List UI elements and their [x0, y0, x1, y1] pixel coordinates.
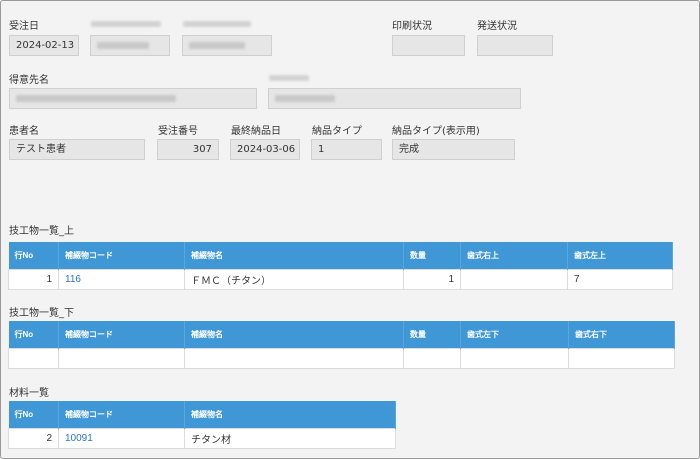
col-header-row-no[interactable]: 行No — [8, 321, 59, 348]
cell-name: チタン材 — [184, 427, 396, 449]
col-header-upper-right[interactable]: 歯式右上 — [460, 242, 568, 269]
cell-lower-left — [460, 347, 569, 369]
cell-qty — [403, 347, 461, 369]
table-row[interactable]: 2 10091 チタン材 — [8, 427, 396, 449]
form-panel: 受注日 印刷状況 発送状況 2024-02-13 得意先名 患者名 受注番号 最… — [0, 0, 700, 459]
cell-qty: 1 — [403, 268, 461, 290]
last-delivery-date-label: 最終納品日 — [231, 126, 281, 137]
order-number-field[interactable]: 307 — [157, 139, 219, 160]
patient-name-label: 患者名 — [9, 126, 39, 137]
print-status-field[interactable] — [392, 35, 465, 56]
upper-list-title: 技工物一覧_上 — [9, 226, 74, 237]
cell-row-no — [8, 347, 59, 369]
order-number-label: 受注番号 — [158, 126, 198, 137]
lower-list-title: 技工物一覧_下 — [9, 308, 74, 319]
cell-code-link[interactable]: 116 — [58, 268, 185, 290]
patient-name-field[interactable]: テスト患者 — [9, 139, 145, 160]
table-header-row: 行No 補綴物コード 補綴物名 数量 歯式右上 歯式左上 — [8, 242, 673, 269]
delivery-type-display-field[interactable]: 完成 — [392, 139, 515, 160]
cell-upper-left: 7 — [567, 268, 673, 290]
col-header-qty[interactable]: 数量 — [403, 321, 461, 348]
col-header-code[interactable]: 補綴物コード — [58, 321, 185, 348]
table-row[interactable]: 1 116 ＦＭＣ（チタン） 1 7 — [8, 268, 673, 290]
redacted-field-3[interactable] — [268, 88, 521, 109]
ship-status-label: 発送状況 — [477, 21, 517, 32]
col-header-row-no[interactable]: 行No — [8, 242, 59, 269]
redacted-label-2 — [183, 19, 251, 30]
redacted-label-1 — [91, 19, 161, 30]
cell-name — [184, 347, 404, 369]
cell-upper-right — [460, 268, 568, 290]
customer-name-label: 得意先名 — [9, 75, 49, 86]
material-list-title: 材料一覧 — [9, 388, 49, 399]
cell-row-no: 1 — [8, 268, 59, 290]
col-header-upper-left[interactable]: 歯式左上 — [567, 242, 673, 269]
material-list-table: 行No 補綴物コード 補綴物名 2 10091 チタン材 — [8, 401, 396, 449]
last-delivery-date-field[interactable]: 2024-03-06 — [230, 139, 300, 160]
table-header-row: 行No 補綴物コード 補綴物名 数量 歯式左下 歯式右下 — [8, 321, 675, 348]
upper-list-table: 行No 補綴物コード 補綴物名 数量 歯式右上 歯式左上 1 116 ＦＭＣ（チ… — [8, 242, 673, 290]
col-header-code[interactable]: 補綴物コード — [58, 242, 185, 269]
col-header-name[interactable]: 補綴物名 — [184, 242, 404, 269]
col-header-code[interactable]: 補綴物コード — [58, 401, 185, 428]
cell-code-link[interactable] — [58, 347, 185, 369]
col-header-name[interactable]: 補綴物名 — [184, 321, 404, 348]
delivery-type-display-label: 納品タイプ(表示用) — [392, 126, 480, 137]
redacted-field-1[interactable] — [90, 35, 170, 56]
col-header-lower-left[interactable]: 歯式左下 — [460, 321, 569, 348]
cell-row-no: 2 — [8, 427, 59, 449]
customer-name-redaction — [9, 88, 257, 109]
ship-status-field[interactable] — [477, 35, 553, 56]
delivery-type-field[interactable]: 1 — [311, 139, 382, 160]
print-status-label: 印刷状況 — [392, 21, 432, 32]
col-header-row-no[interactable]: 行No — [8, 401, 59, 428]
cell-code-link[interactable]: 10091 — [58, 427, 185, 449]
lower-list-table: 行No 補綴物コード 補綴物名 数量 歯式左下 歯式右下 — [8, 321, 675, 369]
order-date-label: 受注日 — [9, 21, 39, 32]
table-row[interactable] — [8, 347, 675, 369]
redacted-field-2[interactable] — [182, 35, 272, 56]
redacted-label-3 — [269, 73, 309, 84]
col-header-qty[interactable]: 数量 — [403, 242, 461, 269]
cell-lower-right — [568, 347, 675, 369]
table-header-row: 行No 補綴物コード 補綴物名 — [8, 401, 396, 428]
order-date-field[interactable]: 2024-02-13 — [9, 35, 79, 56]
cell-name: ＦＭＣ（チタン） — [184, 268, 404, 290]
col-header-lower-right[interactable]: 歯式右下 — [568, 321, 675, 348]
col-header-name[interactable]: 補綴物名 — [184, 401, 396, 428]
delivery-type-label: 納品タイプ — [312, 126, 362, 137]
